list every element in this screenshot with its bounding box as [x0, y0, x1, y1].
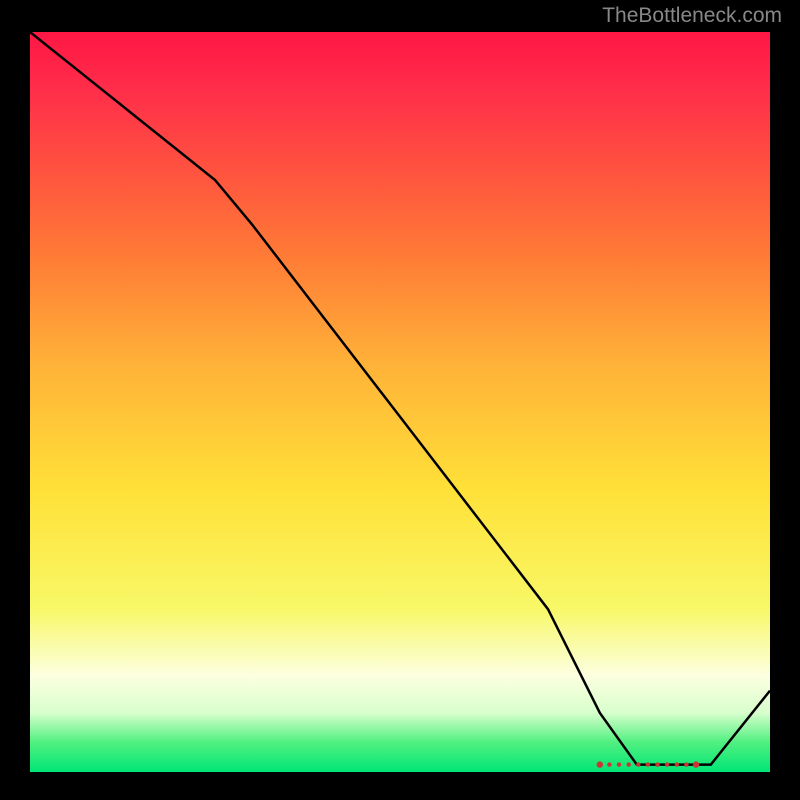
- marker-dot: [684, 762, 688, 766]
- marker-dot: [627, 762, 631, 766]
- marker-dot: [617, 762, 621, 766]
- marker-dot: [597, 761, 603, 767]
- marker-dot: [693, 761, 699, 767]
- chart-plot-area: [30, 32, 770, 772]
- marker-dot: [655, 762, 659, 766]
- marker-dot: [675, 762, 679, 766]
- marker-dot: [646, 762, 650, 766]
- attribution-text: TheBottleneck.com: [602, 4, 782, 28]
- chart-line-svg: [30, 32, 770, 772]
- bottleneck-line: [30, 32, 770, 765]
- optimal-markers: [597, 761, 700, 767]
- marker-dot: [607, 762, 611, 766]
- marker-dot: [636, 762, 640, 766]
- marker-dot: [665, 762, 669, 766]
